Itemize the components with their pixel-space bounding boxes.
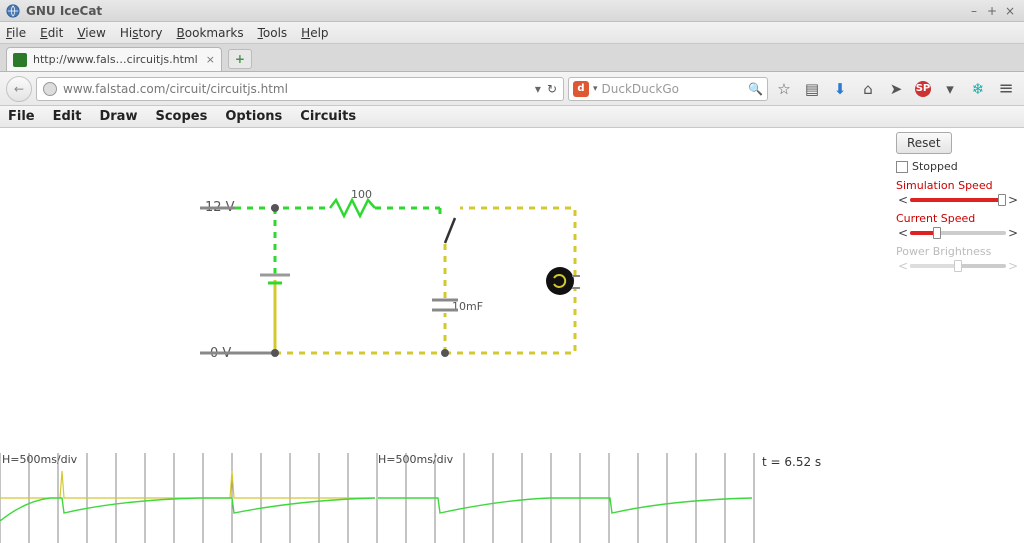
app-menu-draw[interactable]: Draw	[99, 109, 137, 124]
tab-strip: http://www.fals…circuitjs.html × +	[0, 44, 1024, 72]
browser-menubar: File Edit View History Bookmarks Tools H…	[0, 22, 1024, 44]
menu-bookmarks[interactable]: Bookmarks	[177, 26, 244, 40]
page-content: File Edit Draw Scopes Options Circuits R…	[0, 106, 1024, 543]
scope-svg	[0, 453, 760, 543]
app-menu-options[interactable]: Options	[225, 109, 282, 124]
back-button[interactable]: ←	[6, 76, 32, 102]
menu-view[interactable]: View	[77, 26, 105, 40]
bookmark-star-icon[interactable]: ☆	[775, 80, 793, 98]
url-text: www.falstad.com/circuit/circuitjs.html	[63, 82, 288, 96]
app-menu-circuits[interactable]: Circuits	[300, 109, 356, 124]
new-tab-button[interactable]: +	[228, 49, 252, 69]
home-icon[interactable]: ⌂	[859, 80, 877, 98]
browser-tab[interactable]: http://www.fals…circuitjs.html ×	[6, 47, 222, 71]
search-engine-dropdown[interactable]: ▾	[593, 84, 598, 94]
snowflake-icon[interactable]: ❄	[969, 80, 987, 98]
search-box[interactable]: d ▾ DuckDuckGo 🔍	[568, 77, 768, 101]
window-titlebar: GNU IceCat – + ×	[0, 0, 1024, 22]
tab-close-button[interactable]: ×	[206, 53, 215, 66]
circuit-canvas[interactable]: 12 V 0 V 100 10mF	[0, 128, 1024, 543]
circuit-svg	[0, 128, 900, 458]
menu-history[interactable]: History	[120, 26, 163, 40]
menu-help[interactable]: Help	[301, 26, 328, 40]
search-engine-icon[interactable]: d	[573, 81, 589, 97]
window-minimize-button[interactable]: –	[966, 4, 982, 18]
app-menu-file[interactable]: File	[8, 109, 35, 124]
app-icon	[6, 4, 20, 18]
app-menu-scopes[interactable]: Scopes	[155, 109, 207, 124]
reload-button[interactable]: ↻	[547, 82, 557, 96]
window-close-button[interactable]: ×	[1002, 4, 1018, 18]
time-label: t = 6.52 s	[762, 455, 821, 469]
search-placeholder: DuckDuckGo	[602, 82, 679, 96]
menu-edit[interactable]: Edit	[40, 26, 63, 40]
scope-area[interactable]: H=500ms/div H=500ms/div t = 6.52 s	[0, 453, 1024, 543]
send-icon[interactable]: ➤	[887, 80, 905, 98]
menu-file[interactable]: File	[6, 26, 26, 40]
hamburger-menu-icon[interactable]: ≡	[997, 80, 1015, 98]
library-icon[interactable]: ▤	[803, 80, 821, 98]
menu-tools[interactable]: Tools	[258, 26, 288, 40]
window-title: GNU IceCat	[26, 4, 964, 18]
window-maximize-button[interactable]: +	[984, 4, 1000, 18]
app-menubar: File Edit Draw Scopes Options Circuits	[0, 106, 1024, 128]
downloads-icon[interactable]: ⬇	[831, 80, 849, 98]
search-icon[interactable]: 🔍	[748, 82, 763, 96]
tab-favicon	[13, 53, 27, 67]
url-toolbar: ← www.falstad.com/circuit/circuitjs.html…	[0, 72, 1024, 106]
url-dropdown-icon[interactable]: ▾	[535, 82, 541, 96]
address-bar[interactable]: www.falstad.com/circuit/circuitjs.html ▾…	[36, 77, 564, 101]
site-identity-icon[interactable]	[43, 82, 57, 96]
app-menu-edit[interactable]: Edit	[53, 109, 82, 124]
https-toggle-icon[interactable]: ▾	[941, 80, 959, 98]
tab-title: http://www.fals…circuitjs.html	[33, 53, 198, 66]
adblock-icon[interactable]: SP	[915, 81, 931, 97]
